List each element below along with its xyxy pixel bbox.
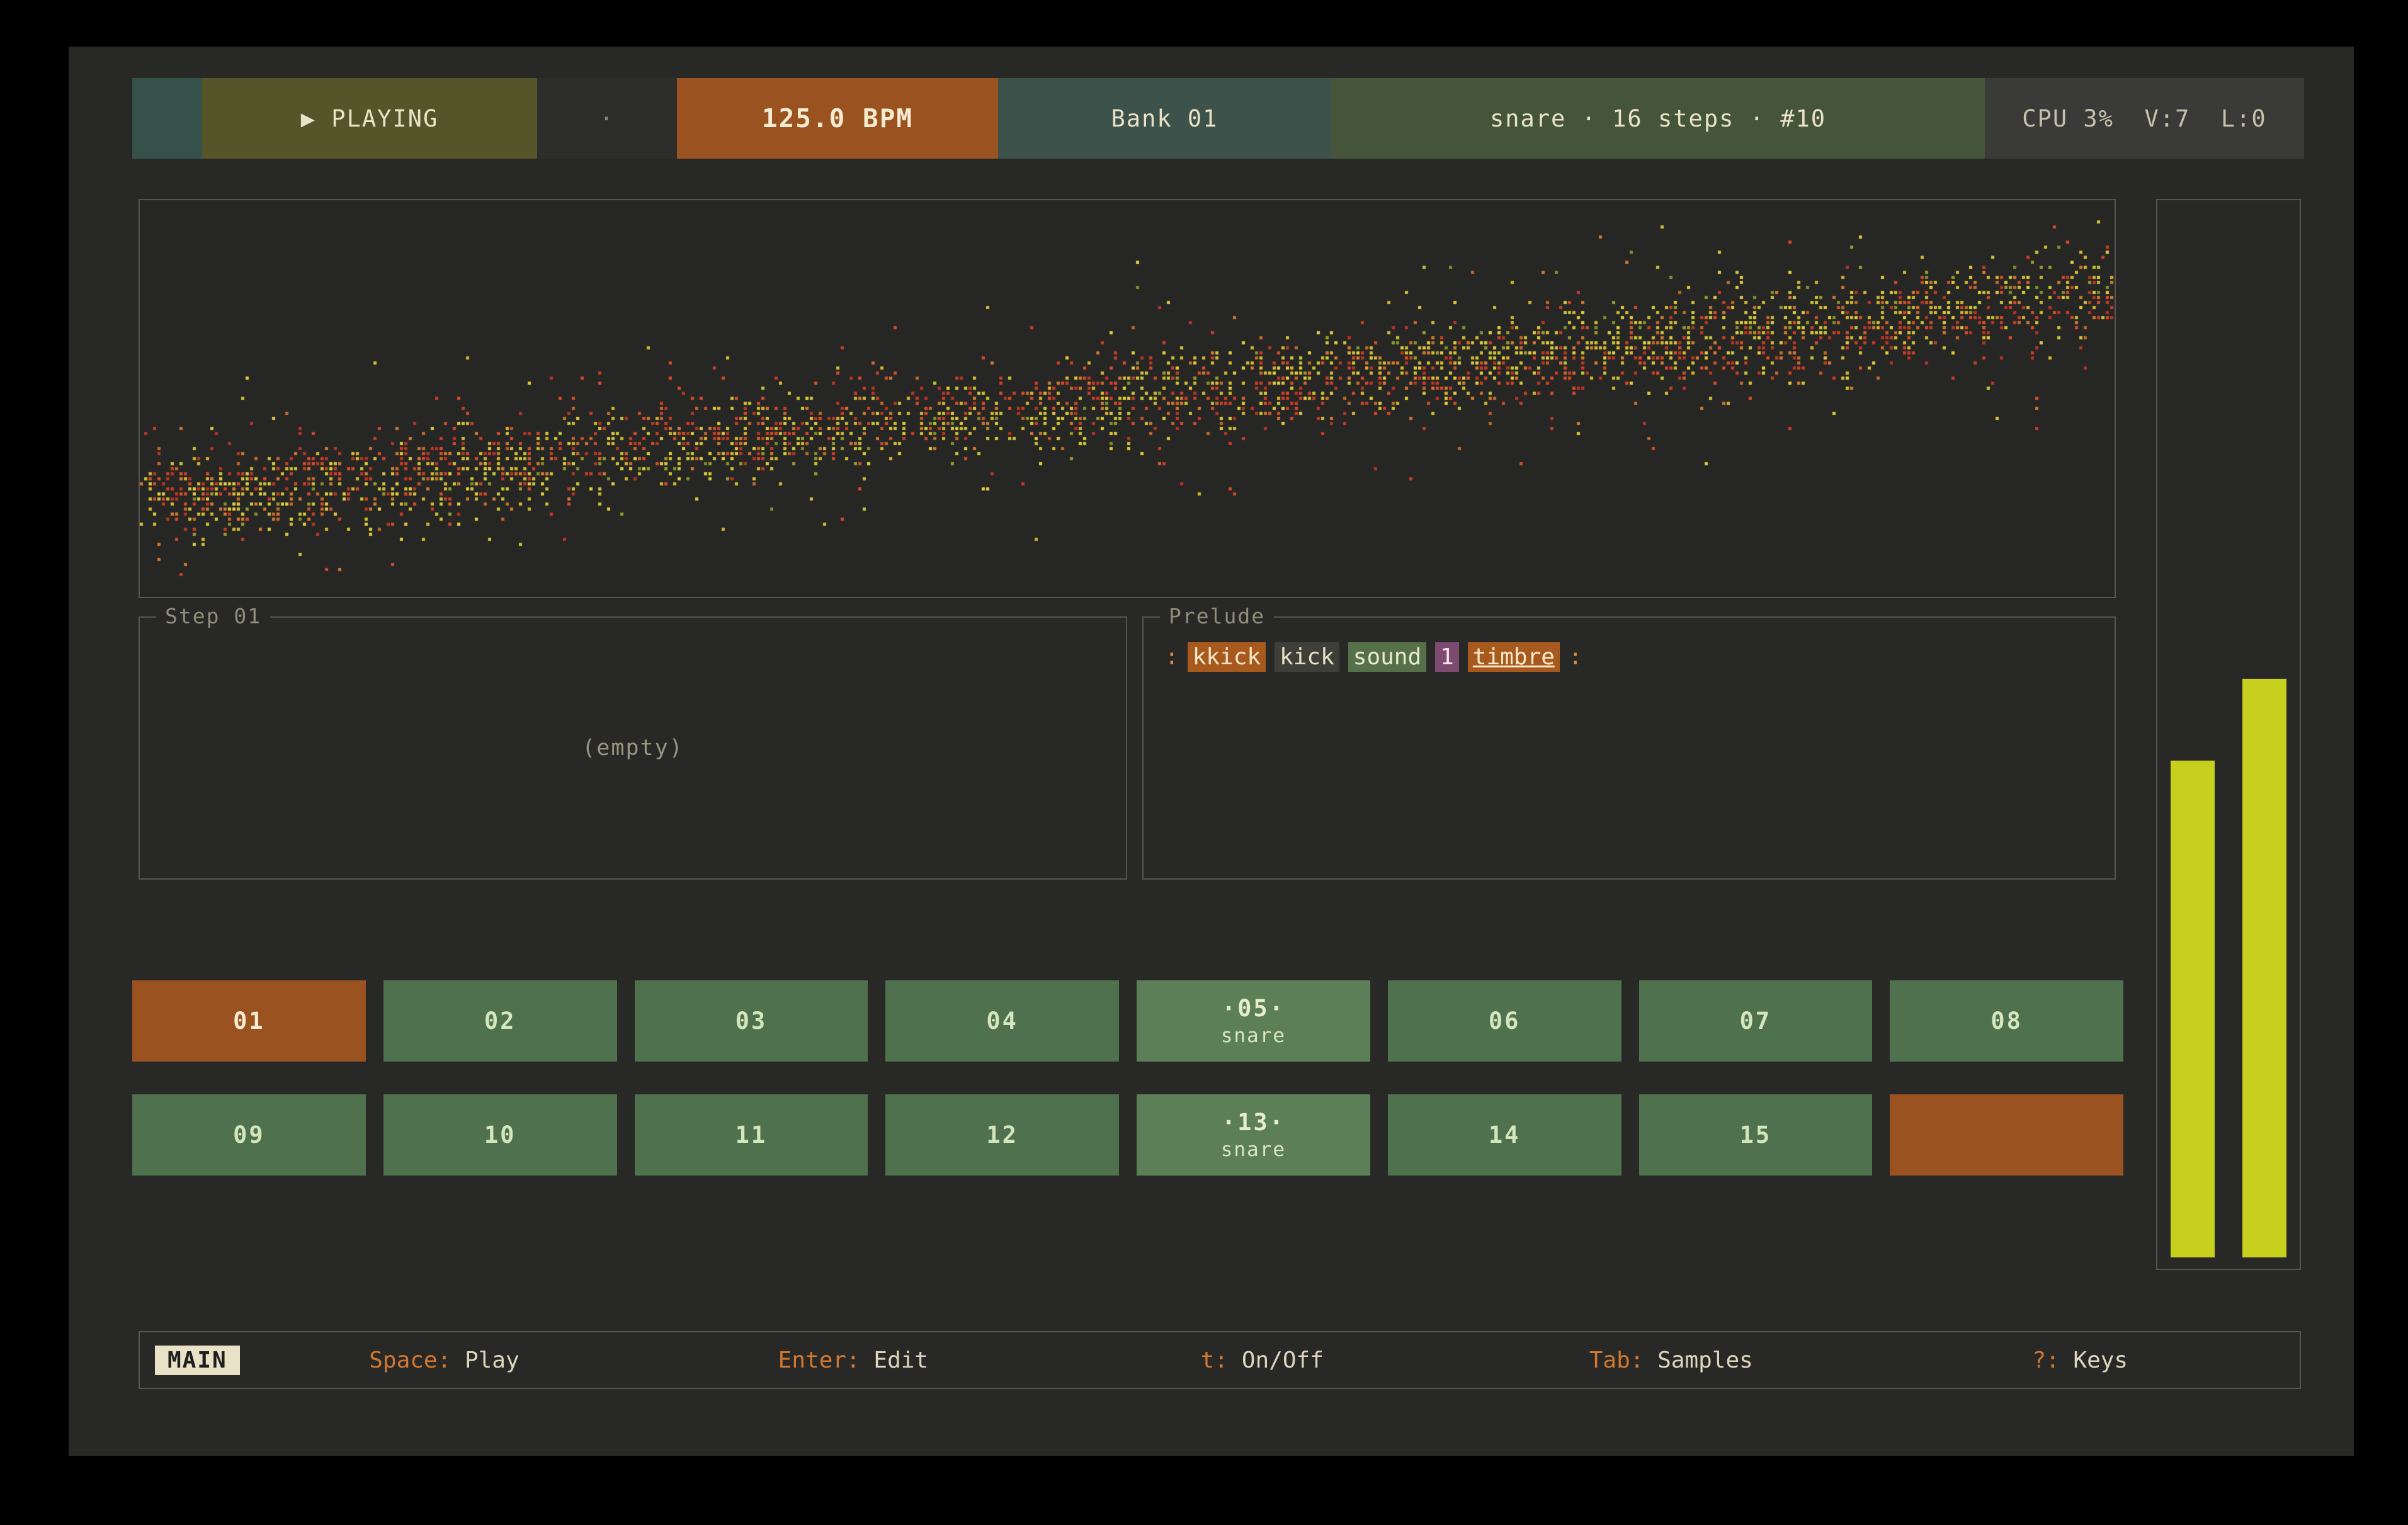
transport-status[interactable]: ▶ PLAYING	[202, 78, 537, 159]
app-window: ▶ PLAYING · 125.0 BPM Bank 01 snare · 16…	[69, 47, 2354, 1456]
step-button-07[interactable]: 07	[1639, 980, 1873, 1062]
hint-key: Space:	[369, 1347, 451, 1373]
step-label: 14	[1489, 1121, 1521, 1148]
hint-key: Tab:	[1589, 1347, 1644, 1373]
step-button-04[interactable]: 04	[885, 980, 1119, 1062]
step-label: 10	[484, 1121, 516, 1148]
key-hint: t: On/Off	[1058, 1347, 1467, 1373]
step-label: 12	[986, 1121, 1018, 1148]
step-button-16[interactable]	[1890, 1094, 2123, 1176]
pattern-scatter-canvas	[140, 200, 2115, 597]
step-button-11[interactable]: 11	[635, 1094, 868, 1176]
step-button-05[interactable]: ·05·snare	[1137, 980, 1370, 1062]
step-button-13[interactable]: ·13·snare	[1137, 1094, 1370, 1176]
step-button-03[interactable]: 03	[635, 980, 868, 1062]
code-token: timbre	[1468, 642, 1560, 672]
code-token: kkick	[1188, 642, 1266, 672]
code-token: 1	[1435, 642, 1459, 672]
step-button-08[interactable]: 08	[1890, 980, 2123, 1062]
track-info[interactable]: snare · 16 steps · #10	[1331, 78, 1985, 159]
code-token: kick	[1275, 642, 1339, 672]
transport-separator: ·	[537, 78, 677, 159]
hint-label: On/Off	[1228, 1347, 1324, 1373]
step-label: 08	[1991, 1007, 2023, 1035]
code-token: sound	[1348, 642, 1426, 672]
step-grid: 01020304·05·snare06070809101112·13·snare…	[132, 980, 2123, 1176]
bpm-display[interactable]: 125.0 BPM	[677, 78, 998, 159]
hint-key: t:	[1201, 1347, 1228, 1373]
step-button-09[interactable]: 09	[132, 1094, 366, 1176]
pattern-scatter-panel	[139, 199, 2116, 598]
code-token: :	[1165, 642, 1179, 672]
level-meter-bar-1	[2171, 761, 2215, 1257]
hint-label: Edit	[860, 1347, 928, 1373]
step-detail-panel: Step 01 (empty)	[139, 616, 1127, 880]
prelude-panel-title: Prelude	[1160, 604, 1274, 628]
level-meter-bar-2	[2242, 679, 2286, 1257]
transport-bar: ▶ PLAYING · 125.0 BPM Bank 01 snare · 16…	[132, 78, 2304, 159]
key-hint: Tab: Samples	[1467, 1347, 1875, 1373]
step-button-15[interactable]: 15	[1639, 1094, 1873, 1176]
key-hint: ?: Keys	[1876, 1347, 2285, 1373]
step-button-14[interactable]: 14	[1388, 1094, 1621, 1176]
hint-key: ?:	[2032, 1347, 2059, 1373]
code-token: :	[1569, 642, 1582, 672]
hint-label: Keys	[2060, 1347, 2128, 1373]
key-hint: Enter: Edit	[649, 1347, 1057, 1373]
step-panel-title: Step 01	[156, 604, 270, 628]
hint-label: Samples	[1644, 1347, 1752, 1373]
step-label: ·13·	[1222, 1109, 1285, 1136]
prelude-code-line[interactable]: : kkick kick sound 1 timbre:	[1144, 618, 2115, 696]
step-label: 06	[1489, 1007, 1521, 1035]
step-label: 07	[1740, 1007, 1772, 1035]
step-button-06[interactable]: 06	[1388, 980, 1621, 1062]
hint-key: Enter:	[778, 1347, 860, 1373]
step-button-02[interactable]: 02	[383, 980, 617, 1062]
step-empty-label: (empty)	[582, 735, 684, 761]
prelude-panel: Prelude :kkickkicksound1timbre:	[1142, 616, 2116, 880]
bank-display[interactable]: Bank 01	[998, 78, 1331, 159]
mode-badge: MAIN	[155, 1346, 240, 1375]
key-hints: Space: PlayEnter: Editt: On/OffTab: Samp…	[240, 1347, 2285, 1373]
level-meter-panel	[2156, 199, 2301, 1270]
step-sample-name: snare	[1221, 1138, 1286, 1161]
step-label: 11	[735, 1121, 768, 1148]
step-label: 04	[986, 1007, 1018, 1035]
step-label: ·05·	[1222, 995, 1285, 1022]
step-sample-name: snare	[1221, 1024, 1286, 1047]
step-label: 01	[233, 1007, 265, 1035]
status-bar: MAIN Space: PlayEnter: Editt: On/OffTab:…	[139, 1331, 2301, 1389]
key-hint: Space: Play	[240, 1347, 649, 1373]
step-label: 15	[1740, 1121, 1772, 1148]
hint-label: Play	[451, 1347, 519, 1373]
step-label: 02	[484, 1007, 516, 1035]
step-button-12[interactable]: 12	[885, 1094, 1119, 1176]
step-button-01[interactable]: 01	[132, 980, 366, 1062]
transport-lead-segment	[132, 78, 202, 159]
step-button-10[interactable]: 10	[383, 1094, 617, 1176]
step-label: 09	[233, 1121, 265, 1148]
system-stats: CPU 3% V:7 L:0	[1985, 78, 2304, 159]
step-label: 03	[735, 1007, 768, 1035]
